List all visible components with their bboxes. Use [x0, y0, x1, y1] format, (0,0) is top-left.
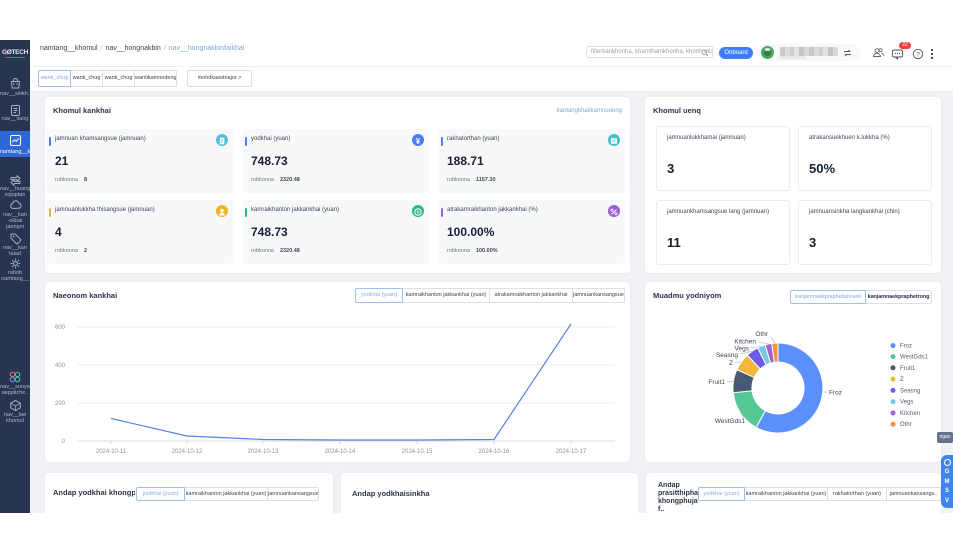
svg-text:Kitchen: Kitchen: [900, 411, 920, 417]
svg-text:Vegs: Vegs: [900, 400, 913, 406]
svg-text:Seasng: Seasng: [716, 352, 738, 359]
svg-text:600: 600: [55, 325, 66, 331]
svg-text:Z: Z: [900, 377, 904, 383]
svg-text:WestGds1: WestGds1: [900, 355, 929, 361]
svg-text:Froz: Froz: [900, 344, 912, 350]
svg-text:Fruit1: Fruit1: [900, 366, 916, 372]
svg-text:¥: ¥: [416, 137, 421, 146]
svg-text:2024-10-14: 2024-10-14: [325, 449, 356, 455]
svg-text:Fruit1: Fruit1: [708, 379, 725, 386]
svg-text:2024-10-12: 2024-10-12: [172, 449, 203, 455]
svg-text:Z: Z: [729, 360, 733, 367]
svg-text:2024-10-16: 2024-10-16: [479, 449, 510, 455]
svg-text:Othr: Othr: [900, 422, 912, 428]
svg-text:0: 0: [62, 439, 66, 445]
svg-text:Seasng: Seasng: [900, 388, 920, 394]
svg-text:Kitchen: Kitchen: [734, 339, 756, 346]
svg-text:2024-10-17: 2024-10-17: [556, 449, 587, 455]
svg-text:Othr: Othr: [755, 331, 768, 338]
svg-text:Froz: Froz: [829, 390, 842, 397]
svg-text:400: 400: [55, 363, 66, 369]
svg-text:200: 200: [55, 401, 66, 407]
svg-text:2024-10-11: 2024-10-11: [96, 449, 127, 455]
svg-text:WestGds1: WestGds1: [715, 418, 746, 425]
svg-text:2024-10-13: 2024-10-13: [248, 449, 279, 455]
svg-text:2024-10-15: 2024-10-15: [402, 449, 433, 455]
